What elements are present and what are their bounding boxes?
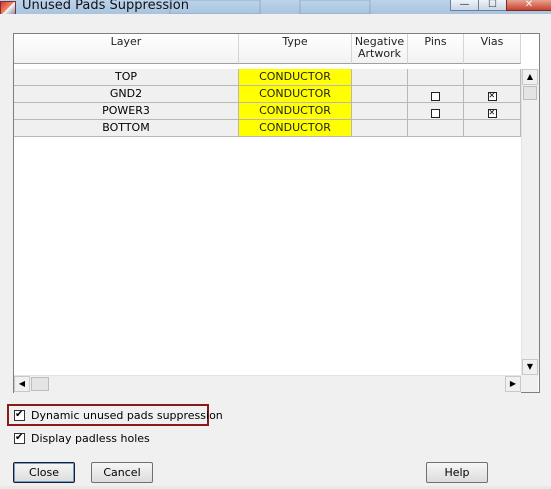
pins-cell[interactable] — [408, 120, 464, 137]
help-button[interactable]: Help — [426, 462, 488, 483]
dynamic-suppression-checkbox[interactable] — [14, 408, 25, 422]
title-bar: Unused Pads Suppression — ☐ ✕ — [0, 0, 551, 14]
type-cell: CONDUCTOR — [239, 86, 352, 103]
type-cell: CONDUCTOR — [239, 69, 352, 86]
padless-holes-checkbox[interactable] — [14, 431, 25, 445]
dynamic-suppression-label[interactable]: Dynamic unused pads suppression — [31, 409, 223, 422]
vias-cell[interactable] — [464, 69, 521, 86]
column-header-pins[interactable]: Pins — [408, 34, 464, 64]
layer-cell: GND2 — [14, 86, 239, 103]
type-cell: CONDUCTOR — [239, 103, 352, 120]
vias-checkbox[interactable] — [487, 107, 497, 119]
pins-cell[interactable] — [408, 86, 464, 103]
close-button[interactable]: Close — [13, 462, 75, 483]
table-row[interactable]: GND2 CONDUCTOR — [14, 86, 521, 103]
column-header-type[interactable]: Type — [239, 34, 352, 64]
cancel-button[interactable]: Cancel — [91, 462, 153, 483]
column-header-layer[interactable]: Layer — [14, 34, 239, 64]
negative-artwork-cell — [352, 120, 408, 137]
vertical-scrollbar[interactable]: ▲ ▼ — [521, 69, 539, 375]
scroll-up-icon[interactable]: ▲ — [522, 69, 538, 85]
table-row[interactable]: BOTTOM CONDUCTOR — [14, 120, 521, 137]
negative-artwork-cell — [352, 103, 408, 120]
layer-cell: TOP — [14, 69, 239, 86]
table-row[interactable]: POWER3 CONDUCTOR — [14, 103, 521, 120]
column-header-negative-artwork[interactable]: Negative Artwork — [352, 34, 408, 64]
vias-cell[interactable] — [464, 86, 521, 103]
column-header-vias[interactable]: Vias — [464, 34, 521, 64]
table-row[interactable]: TOP CONDUCTOR — [14, 69, 521, 86]
scroll-right-icon[interactable]: ▶ — [505, 376, 521, 392]
pins-checkbox[interactable] — [431, 109, 440, 118]
window-title: Unused Pads Suppression — [22, 0, 189, 13]
pins-cell[interactable] — [408, 69, 464, 86]
negative-artwork-cell — [352, 69, 408, 86]
horizontal-scrollbar[interactable]: ◀ ▶ — [14, 375, 521, 393]
negative-artwork-cell — [352, 86, 408, 103]
padless-holes-option[interactable]: Display padless holes — [14, 430, 150, 446]
layers-table[interactable]: Layer Type Negative Artwork Pins Vias TO… — [13, 33, 540, 393]
scroll-down-icon[interactable]: ▼ — [522, 359, 538, 375]
horizontal-scroll-thumb[interactable] — [31, 377, 49, 391]
app-icon — [0, 1, 16, 14]
scrollbar-corner — [521, 375, 538, 392]
minimize-button[interactable]: — — [450, 0, 479, 11]
vias-cell[interactable] — [464, 120, 521, 137]
layer-cell: POWER3 — [14, 103, 239, 120]
scroll-left-icon[interactable]: ◀ — [14, 376, 30, 392]
type-cell: CONDUCTOR — [239, 120, 352, 137]
padless-holes-label[interactable]: Display padless holes — [31, 432, 150, 445]
dynamic-suppression-option[interactable]: Dynamic unused pads suppression — [14, 407, 223, 423]
vias-checkbox[interactable] — [487, 90, 497, 102]
pins-checkbox[interactable] — [431, 92, 440, 101]
close-window-button[interactable]: ✕ — [506, 0, 551, 11]
layer-cell: BOTTOM — [14, 120, 239, 137]
vias-cell[interactable] — [464, 103, 521, 120]
table-header: Layer Type Negative Artwork Pins Vias — [14, 34, 539, 64]
pins-cell[interactable] — [408, 103, 464, 120]
maximize-button[interactable]: ☐ — [478, 0, 507, 11]
vertical-scroll-thumb[interactable] — [523, 86, 537, 100]
